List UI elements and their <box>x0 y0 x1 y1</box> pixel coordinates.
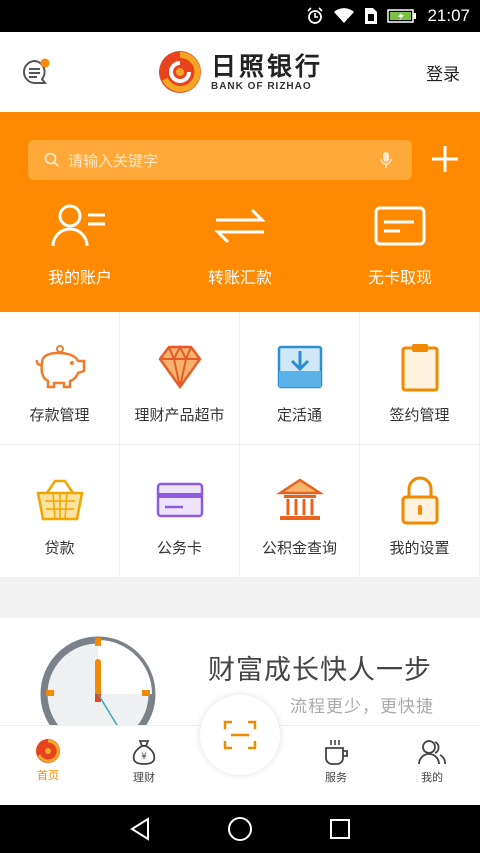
svg-text:¥: ¥ <box>141 752 147 762</box>
tab-mine[interactable]: 我的 <box>397 738 467 785</box>
user-icon <box>418 740 446 765</box>
grid-item-label: 公务卡 <box>156 539 202 557</box>
login-button[interactable]: 登录 <box>426 60 460 85</box>
status-time: 21:07 <box>427 6 470 25</box>
quick-transfer-label: 转账汇款 <box>207 268 272 287</box>
grid-item-business-card[interactable]: 公务卡 <box>120 445 240 578</box>
grid-item-label: 贷款 <box>44 539 75 557</box>
card-icon <box>156 482 203 518</box>
promo-title: 财富成长快人一步 <box>208 655 432 686</box>
add-button[interactable] <box>430 144 460 174</box>
tab-wealth-label: 理财 <box>133 771 155 784</box>
grid-item-label: 我的设置 <box>389 539 450 557</box>
cup-icon <box>325 740 348 765</box>
scan-icon <box>223 720 257 750</box>
quick-my-account[interactable]: 我的账户 <box>0 200 160 288</box>
tab-home-label: 首页 <box>37 769 59 782</box>
recents-icon[interactable] <box>328 817 352 841</box>
diamond-icon <box>157 344 202 390</box>
tab-service-label: 服务 <box>325 771 347 784</box>
bank-logo: 日照银行 BANK OF RIZHAO <box>157 49 323 95</box>
quick-cardless-cash-label: 无卡取现 <box>367 268 432 287</box>
promo-subtitle: 流程更少，更快捷 <box>290 697 434 717</box>
cardless-cash-icon <box>374 206 426 246</box>
quick-transfer[interactable]: 转账汇款 <box>160 200 320 288</box>
wifi-icon: ! <box>333 8 355 24</box>
home-icon[interactable] <box>227 816 253 842</box>
bank-building-icon <box>275 478 324 520</box>
piggy-bank-icon <box>35 345 85 389</box>
lock-icon <box>401 476 438 525</box>
search-input[interactable]: 请输入关键字 <box>28 140 412 180</box>
grid-item-label: 签约管理 <box>389 406 450 424</box>
account-icon <box>51 204 105 247</box>
plus-icon <box>432 146 458 172</box>
grid-item-flexible-deposit[interactable]: 定活通 <box>240 312 360 445</box>
chat-bubble-icon <box>23 58 50 84</box>
bank-name-en: BANK OF RIZHAO <box>210 80 312 92</box>
bank-emblem-icon <box>158 51 201 93</box>
back-icon[interactable] <box>128 816 152 842</box>
function-grid: 存款管理 理财产品超市 定活通 签约管理 贷款 公务卡 公积金查询 我的设置 <box>0 312 480 578</box>
search-placeholder: 请输入关键字 <box>68 151 159 170</box>
grid-item-provident-fund[interactable]: 公积金查询 <box>240 445 360 578</box>
top-banner: 请输入关键字 我的账户 转账汇款 无卡取现 <box>0 112 480 312</box>
grid-item-contract[interactable]: 签约管理 <box>360 312 480 445</box>
tray-download-icon <box>277 345 322 389</box>
bank-name-cn: 日照银行 <box>210 51 323 81</box>
battery-charging-icon <box>387 8 417 24</box>
grid-item-deposit[interactable]: 存款管理 <box>0 312 120 445</box>
grid-item-settings[interactable]: 我的设置 <box>360 445 480 578</box>
status-bar: ! 21:07 <box>0 0 480 32</box>
microphone-icon[interactable] <box>380 151 392 169</box>
clock-illustration <box>40 636 156 738</box>
quick-my-account-label: 我的账户 <box>47 268 112 287</box>
sim-icon <box>364 7 378 25</box>
message-button[interactable] <box>20 56 52 88</box>
grid-item-label: 公积金查询 <box>261 539 337 557</box>
tab-service[interactable]: 服务 <box>301 738 371 785</box>
app-header: 日照银行 BANK OF RIZHAO 登录 <box>0 32 480 112</box>
home-logo-icon <box>36 739 60 763</box>
alarm-icon <box>306 7 324 25</box>
tab-wealth[interactable]: ¥ 理财 <box>109 738 179 785</box>
grid-item-wealth-market[interactable]: 理财产品超市 <box>120 312 240 445</box>
scan-button[interactable] <box>200 695 280 775</box>
tab-home[interactable]: 首页 <box>13 738 83 783</box>
transfer-icon <box>214 208 266 244</box>
grid-item-loan[interactable]: 贷款 <box>0 445 120 578</box>
search-icon <box>44 152 60 168</box>
svg-text:!: ! <box>346 18 348 24</box>
grid-item-label: 定活通 <box>276 406 322 424</box>
grid-item-label: 理财产品超市 <box>134 406 225 424</box>
system-nav-bar <box>0 805 480 853</box>
tab-mine-label: 我的 <box>421 771 443 784</box>
quick-cardless-cash[interactable]: 无卡取现 <box>320 200 480 288</box>
app-screen: ! 21:07 日照银行 BANK OF RIZHAO 登录 请输入关键字 我的… <box>0 0 480 853</box>
grid-item-label: 存款管理 <box>29 406 90 424</box>
clipboard-icon <box>401 344 438 392</box>
money-bag-icon: ¥ <box>132 740 156 765</box>
basket-icon <box>35 479 84 521</box>
